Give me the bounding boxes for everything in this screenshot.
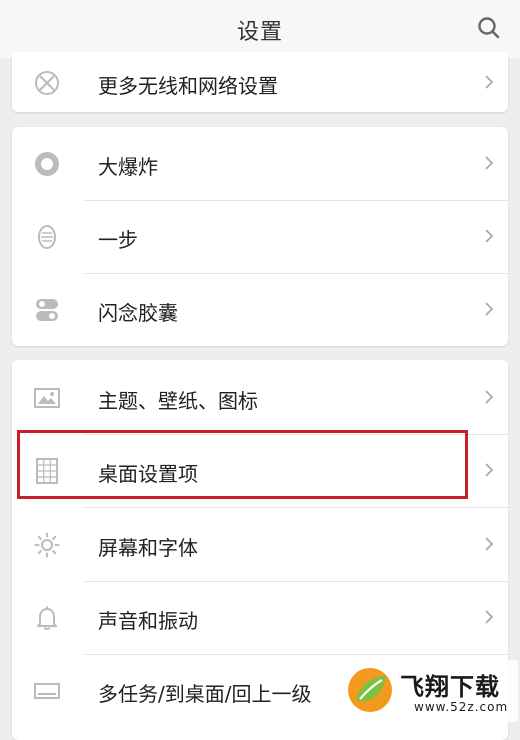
chevron-right-icon: [485, 302, 494, 316]
settings-item-big-bang[interactable]: 大爆炸: [12, 127, 508, 200]
settings-item-label: 桌面设置项: [98, 462, 198, 486]
chevron-right-icon: [485, 463, 494, 477]
settings-item-label: 屏幕和字体: [98, 536, 198, 560]
capsule-icon: [36, 299, 58, 321]
network-globe-icon: [35, 71, 59, 95]
settings-item-capsule[interactable]: 闪念胶囊: [12, 273, 508, 346]
watermark-title: 飞翔下载: [400, 673, 500, 701]
watermark-url: www.52z.com: [414, 700, 509, 714]
settings-item-label: 一步: [98, 228, 138, 252]
settings-item-themes[interactable]: 主题、壁纸、图标: [12, 361, 508, 434]
settings-item-label: 更多无线和网络设置: [98, 74, 278, 98]
chevron-right-icon: [485, 75, 494, 89]
chevron-right-icon: [485, 156, 494, 170]
watermark: 飞翔下载 www.52z.com: [340, 660, 518, 722]
chevron-right-icon: [485, 390, 494, 404]
brightness-icon: [34, 532, 60, 558]
big-bang-icon: [35, 152, 59, 176]
chevron-right-icon: [485, 537, 494, 551]
settings-item-desktop[interactable]: 桌面设置项: [12, 434, 508, 507]
settings-item-label: 闪念胶囊: [98, 301, 178, 325]
page-title: 设置: [236, 20, 283, 45]
settings-item-label: 声音和振动: [98, 609, 198, 633]
leaf-logo-icon: [348, 668, 392, 712]
settings-item-display-font[interactable]: 屏幕和字体: [12, 508, 508, 581]
search-icon: [478, 17, 500, 39]
keyboard-icon: [34, 683, 60, 699]
chevron-right-icon: [485, 610, 494, 624]
settings-item-label: 主题、壁纸、图标: [98, 389, 258, 413]
chevron-right-icon: [485, 229, 494, 243]
one-step-icon: [38, 225, 56, 249]
settings-group-network: 更多无线和网络设置: [12, 52, 508, 112]
settings-item-more-wireless[interactable]: 更多无线和网络设置: [12, 52, 508, 112]
search-button[interactable]: [476, 15, 502, 41]
settings-item-sound[interactable]: 声音和振动: [12, 581, 508, 654]
grid-icon: [36, 458, 58, 484]
top-bar: 设置: [0, 0, 520, 58]
settings-item-label: 多任务/到桌面/回上一级: [98, 682, 312, 706]
settings-item-one-step[interactable]: 一步: [12, 200, 508, 273]
settings-group-smartisan: 大爆炸 一步 闪念胶囊: [12, 127, 508, 346]
image-icon: [34, 388, 60, 408]
settings-item-label: 大爆炸: [98, 155, 158, 179]
bell-icon: [37, 606, 57, 630]
